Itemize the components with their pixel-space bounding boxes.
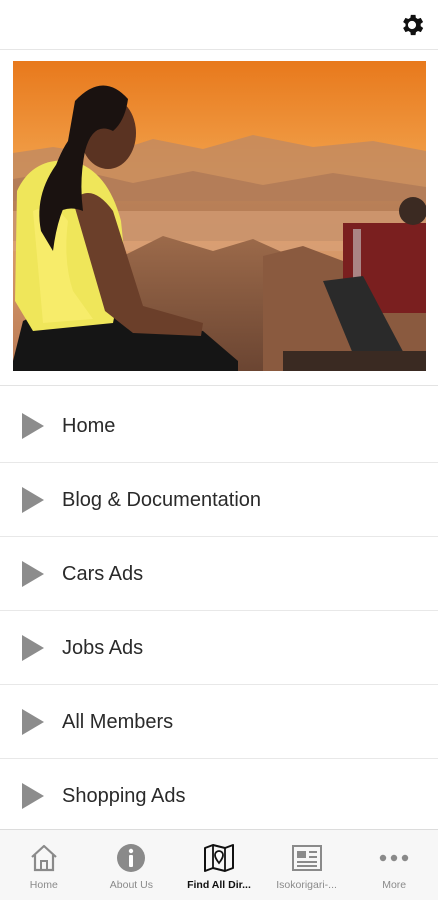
more-dots-icon bbox=[379, 854, 409, 862]
play-triangle-icon bbox=[22, 413, 44, 439]
play-triangle-icon bbox=[22, 561, 44, 587]
menu-item-label: All Members bbox=[62, 711, 174, 733]
top-bar bbox=[0, 0, 438, 50]
tab-more[interactable]: More bbox=[350, 830, 438, 900]
hero-illustration bbox=[13, 61, 426, 371]
main-menu: Home Blog & Documentation Cars Ads Jobs … bbox=[0, 389, 438, 833]
hero-image bbox=[13, 61, 426, 371]
menu-item-label: Jobs Ads bbox=[62, 637, 144, 659]
newspaper-icon bbox=[291, 845, 322, 871]
play-triangle-icon bbox=[22, 635, 44, 661]
bottom-tab-bar: Home About Us Find All Dir... Isokorigar… bbox=[0, 829, 438, 900]
menu-item-shopping-ads[interactable]: Shopping Ads bbox=[0, 759, 438, 833]
tab-about-us[interactable]: About Us bbox=[88, 830, 176, 900]
tab-home[interactable]: Home bbox=[0, 830, 88, 900]
menu-item-home[interactable]: Home bbox=[0, 389, 438, 463]
menu-item-all-members[interactable]: All Members bbox=[0, 685, 438, 759]
play-triangle-icon bbox=[22, 487, 44, 513]
menu-item-jobs-ads[interactable]: Jobs Ads bbox=[0, 611, 438, 685]
house-icon bbox=[31, 844, 57, 872]
info-icon bbox=[117, 844, 146, 872]
map-pin-icon bbox=[203, 844, 234, 872]
tab-label: About Us bbox=[109, 879, 153, 891]
play-triangle-icon bbox=[22, 783, 44, 809]
tab-label: Find All Dir... bbox=[187, 879, 251, 891]
hero-section bbox=[0, 50, 438, 386]
play-triangle-icon bbox=[22, 709, 44, 735]
tab-label: Home bbox=[29, 879, 58, 891]
menu-item-label: Blog & Documentation bbox=[62, 489, 262, 511]
menu-item-label: Shopping Ads bbox=[62, 785, 186, 807]
tab-find-all-directory[interactable]: Find All Dir... bbox=[175, 830, 263, 900]
menu-item-label: Home bbox=[62, 415, 116, 437]
tab-label: Isokorigari-... bbox=[276, 879, 337, 891]
tab-label: More bbox=[382, 879, 407, 891]
gear-icon[interactable] bbox=[398, 11, 426, 39]
tab-isokorigari[interactable]: Isokorigari-... bbox=[263, 830, 351, 900]
menu-item-blog-documentation[interactable]: Blog & Documentation bbox=[0, 463, 438, 537]
menu-item-label: Cars Ads bbox=[62, 563, 144, 585]
menu-item-cars-ads[interactable]: Cars Ads bbox=[0, 537, 438, 611]
